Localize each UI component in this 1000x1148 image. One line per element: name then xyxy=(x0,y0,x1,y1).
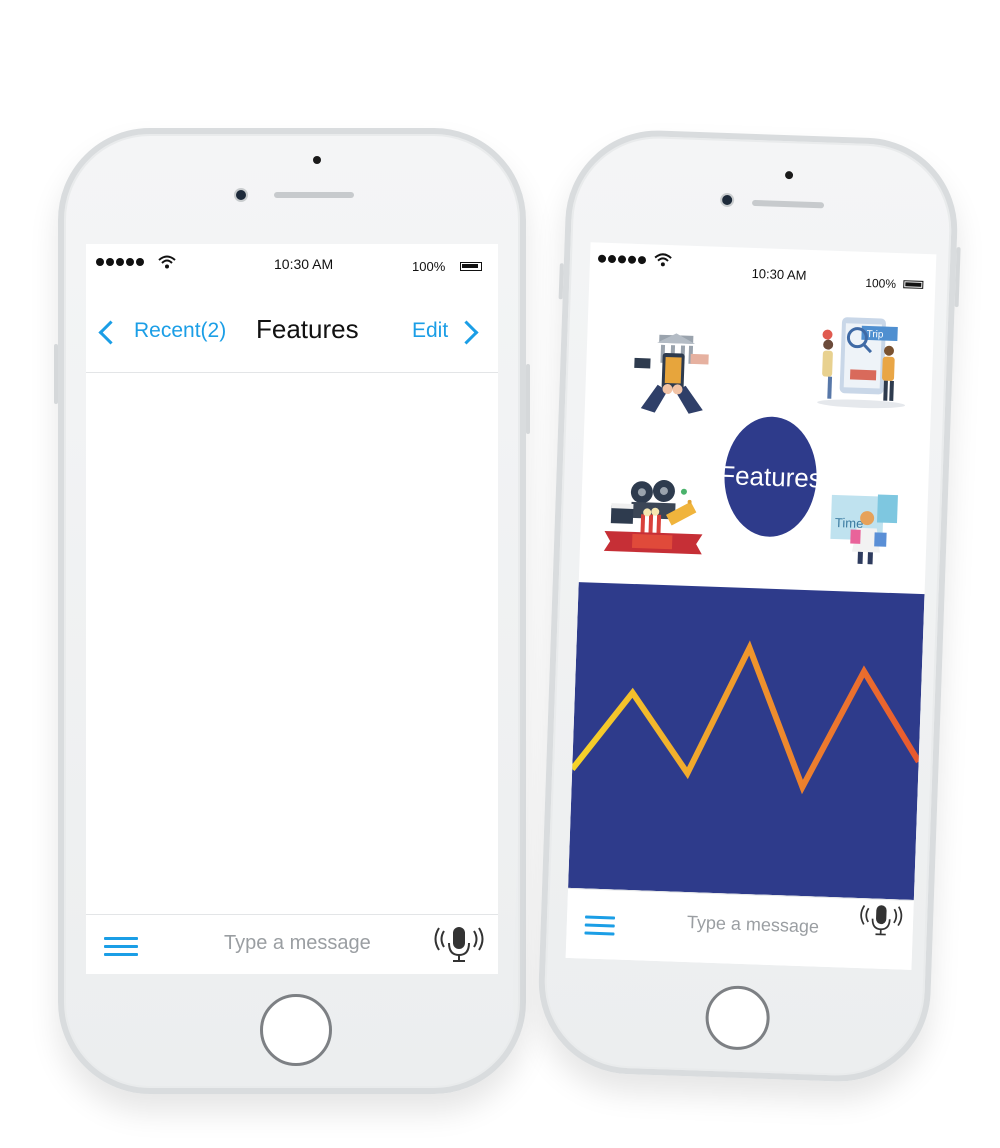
right-phone-power-button xyxy=(954,247,961,308)
shopping-time-icon[interactable]: Time xyxy=(825,487,908,575)
right-phone: 10:30 AM 100% Trip Features Time Type a … xyxy=(535,127,961,1085)
battery-icon xyxy=(903,280,924,289)
microphone-icon[interactable] xyxy=(856,899,906,946)
movie-cinema-icon[interactable] xyxy=(601,475,708,566)
status-time: 10:30 AM xyxy=(274,256,334,272)
page-title: Features xyxy=(256,314,359,344)
message-input[interactable] xyxy=(222,931,406,956)
status-bar: 10:30 AM 100% xyxy=(86,244,498,284)
right-phone-screen: 10:30 AM 100% Trip Features Time Type a … xyxy=(565,242,937,970)
edit-button[interactable]: Edit xyxy=(412,319,448,343)
left-phone-power-button xyxy=(526,364,530,434)
microphone-icon[interactable] xyxy=(431,923,487,970)
right-phone-speaker xyxy=(751,199,825,209)
battery-percentage: 100% xyxy=(865,275,897,291)
left-phone-home-button[interactable] xyxy=(260,994,332,1066)
signal-strength-icon xyxy=(597,254,647,265)
message-input[interactable] xyxy=(684,910,840,940)
right-phone-front-camera xyxy=(719,192,735,208)
left-phone: 10:30 AM 100% Recent(2) Features Edit xyxy=(54,128,530,1094)
forward-chevron-icon[interactable] xyxy=(454,320,479,345)
left-phone-screen: 10:30 AM 100% Recent(2) Features Edit xyxy=(86,244,498,974)
series-line xyxy=(569,640,922,795)
trip-badge-text: Trip xyxy=(866,329,884,341)
status-bar: 10:30 AM 100% xyxy=(589,242,936,294)
back-chevron-icon[interactable] xyxy=(98,320,123,345)
features-hub: Trip Features Time xyxy=(579,292,935,594)
left-phone-front-camera xyxy=(234,188,248,202)
line-chart-panel xyxy=(568,582,925,900)
left-phone-volume-button xyxy=(54,344,58,404)
features-center-badge[interactable]: Features xyxy=(719,415,822,539)
signal-strength-icon xyxy=(96,258,144,266)
banking-icon[interactable] xyxy=(626,330,719,422)
wifi-icon xyxy=(158,255,176,272)
status-time: 10:30 AM xyxy=(751,265,807,283)
message-composer xyxy=(86,914,498,974)
menu-hamburger-icon[interactable] xyxy=(104,937,138,961)
message-composer xyxy=(565,887,914,970)
right-phone-sensor xyxy=(784,171,794,180)
trip-planning-icon[interactable]: Trip xyxy=(811,310,915,418)
message-list[interactable] xyxy=(86,373,498,913)
wifi-icon xyxy=(654,253,673,271)
line-chart xyxy=(569,640,922,795)
battery-icon xyxy=(460,262,482,271)
left-phone-speaker xyxy=(274,192,354,198)
right-phone-home-button[interactable] xyxy=(704,984,771,1051)
recent-back-button[interactable]: Recent(2) xyxy=(134,319,226,343)
right-phone-volume-button xyxy=(558,263,564,300)
left-phone-sensor xyxy=(313,156,321,164)
battery-percentage: 100% xyxy=(412,259,446,274)
menu-hamburger-icon[interactable] xyxy=(584,915,616,941)
